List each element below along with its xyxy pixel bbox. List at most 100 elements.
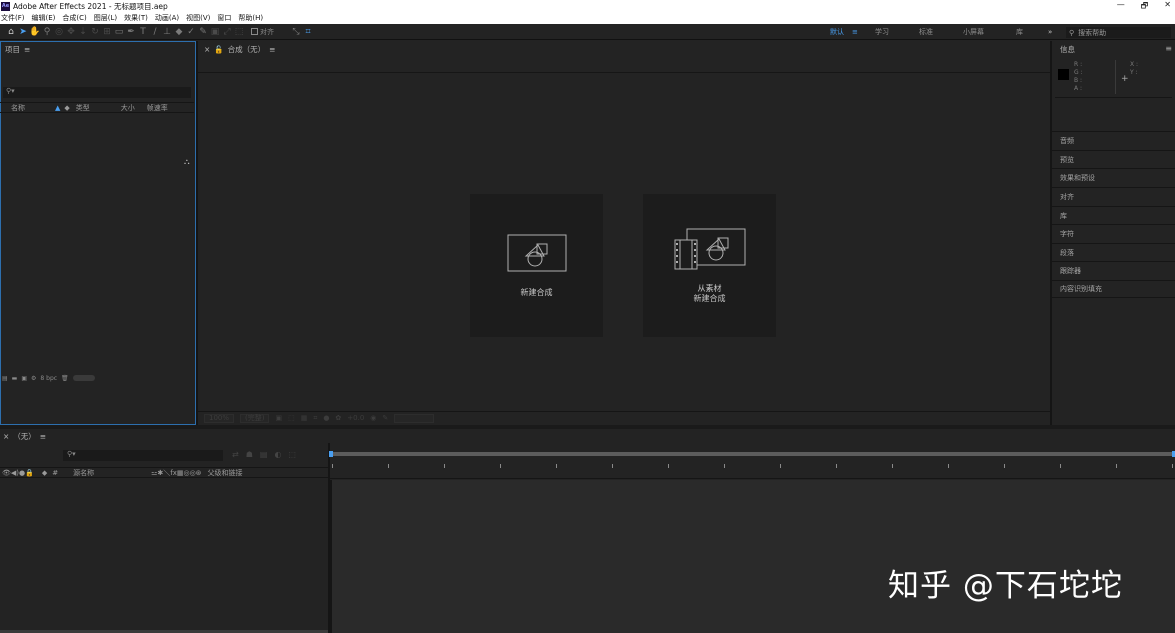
orbit-camera-icon[interactable]: ◎ [53,26,65,38]
bpc-label[interactable]: 8 bpc [40,375,57,382]
comp-flowchart-icon[interactable]: ⇄ [232,450,239,459]
thumbnail-slider[interactable] [72,375,95,381]
pan-camera-icon[interactable]: ✥ [65,26,77,38]
sort-arrow-icon[interactable]: ▲ [55,104,60,112]
column-type[interactable]: 类型 [76,103,90,113]
panel-audio[interactable]: 音频 [1052,131,1175,149]
dolly-camera-icon[interactable]: ⇣ [77,26,89,38]
project-settings-icon[interactable]: ⚙ [31,375,36,382]
workspace-more-button[interactable]: » [1048,24,1052,40]
project-panel-title[interactable]: 项目 [5,44,20,55]
brush-tool-icon[interactable]: / [149,26,161,38]
resolution-select[interactable]: (完整) [240,413,270,423]
workspace-learn[interactable]: 学习 [875,24,889,40]
camera-snapshot-icon[interactable]: ◉ [370,414,376,422]
motion-blur-icon[interactable]: ◐ [274,450,281,459]
roto-brush-icon[interactable]: ✓ [185,26,197,38]
time-navigator-bar[interactable] [329,451,1175,457]
new-folder-icon[interactable]: ▬ [12,375,18,382]
frame-blending-icon[interactable]: ▤ [260,450,268,459]
project-panel-menu-icon[interactable]: ≡ [24,45,30,54]
hand-tool-icon[interactable]: ✋ [29,26,41,38]
panel-library[interactable]: 库 [1052,206,1175,224]
channel-icon[interactable]: ● [323,414,329,422]
workspace-menu-icon[interactable]: ≡ [852,28,858,36]
timeline-search-input[interactable]: ⚲▾ [63,450,223,461]
snapshot-icon[interactable]: ▣ [275,414,282,422]
pan-behind-icon[interactable]: ⊞ [101,26,113,38]
lock-icon[interactable]: 🔓 [214,45,223,54]
left-panel-divider[interactable] [196,41,198,425]
workspace-small-screen[interactable]: 小屏幕 [963,24,984,40]
comp-tab-label[interactable]: 合成（无） [228,44,266,55]
panel-tracker[interactable]: 跟踪器 [1052,261,1175,279]
snap-grid-icon[interactable]: ⌗ [302,26,314,38]
zoom-select[interactable]: 100% [204,413,235,423]
selection-tool-icon[interactable]: ➤ [17,26,29,38]
right-panel-divider[interactable] [1050,41,1052,425]
column-frame-rate[interactable]: 帧速率 [147,103,168,113]
flowchart-icon[interactable]: ⛬ [184,157,190,167]
comp-tab-close-icon[interactable]: × [204,45,210,54]
column-source-name[interactable]: 源名称 [73,468,94,478]
timeline-tab-menu-icon[interactable]: ≡ [40,432,46,441]
panel-paragraph[interactable]: 段落 [1052,243,1175,261]
project-search-input[interactable]: ⚲▾ [3,87,191,98]
timeline-tab-close-icon[interactable]: × [3,432,9,441]
region-of-interest-icon[interactable]: ⬚ [288,414,295,422]
menu-help[interactable]: 帮助(H) [238,13,263,23]
interpret-footage-icon[interactable]: ▤ [2,375,8,382]
panel-align[interactable]: 对齐 [1052,187,1175,205]
view-options-select[interactable] [394,413,435,423]
menu-effect[interactable]: 效果(T) [124,13,148,23]
transparency-grid-icon[interactable]: ▦ [301,414,308,422]
eraser-tool-icon[interactable]: ◆ [173,26,185,38]
show-snapshot-icon[interactable]: ✎ [382,414,388,422]
menu-file[interactable]: 文件(F) [1,13,25,23]
timeline-layer-area[interactable] [0,478,328,633]
composition-viewer[interactable]: 新建合成 从素材 新建合成 [198,74,1050,409]
workspace-standard[interactable]: 标准 [919,24,933,40]
pen-tool-icon[interactable]: ✒ [125,26,137,38]
info-panel-menu-icon[interactable]: ≡ [1165,44,1172,53]
workspace-default[interactable]: 默认 ≡ [830,24,858,40]
world-axis-icon[interactable]: ⤢ [221,26,233,38]
menu-composition[interactable]: 合成(C) [62,13,86,23]
new-composition-card[interactable]: 新建合成 [470,194,603,337]
rotate-tool-icon[interactable]: ↻ [89,26,101,38]
column-parent-link[interactable]: 父级和链接 [208,468,243,478]
clone-stamp-icon[interactable]: ⊥ [161,26,173,38]
label-tag-icon[interactable]: ◆ [64,104,69,112]
new-comp-from-footage-card[interactable]: 从素材 新建合成 [643,194,776,337]
rectangle-tool-icon[interactable]: ▭ [113,26,125,38]
snap-toggle[interactable]: 对齐 [251,27,274,37]
column-size[interactable]: 大小 [121,103,135,113]
mask-visibility-icon[interactable]: ⌗ [313,414,317,423]
timeline-track-area[interactable] [330,480,1175,633]
column-name[interactable]: 名称 [11,103,25,113]
menu-layer[interactable]: 图层(L) [94,13,117,23]
comp-tab-menu-icon[interactable]: ≡ [269,45,275,54]
panel-character[interactable]: 字符 [1052,224,1175,242]
time-ruler[interactable] [330,461,1175,479]
menu-animation[interactable]: 动画(A) [155,13,179,23]
snap-option-icon[interactable]: ⤡ [290,26,302,38]
color-management-icon[interactable]: ✿ [335,414,341,422]
trash-icon[interactable]: 🗑 [61,375,69,382]
type-tool-icon[interactable]: T [137,26,149,38]
new-composition-icon[interactable]: ▣ [21,375,27,382]
label-tag-icon[interactable]: ◆ [42,469,47,477]
exposure-value[interactable]: +0.0 [347,414,364,422]
view-axis-icon[interactable]: ⬚ [233,26,245,38]
local-axis-icon[interactable]: ▣ [209,26,221,38]
shy-icon[interactable]: ☗ [246,450,253,459]
menu-window[interactable]: 窗口 [217,13,231,23]
graph-editor-icon[interactable]: ⬚ [288,450,296,459]
puppet-pin-icon[interactable]: ✎ [197,26,209,38]
workspace-library[interactable]: 库 [1016,24,1023,40]
panel-content-aware-fill[interactable]: 内容识别填充 [1052,280,1175,298]
menu-edit[interactable]: 编辑(E) [32,13,56,23]
panel-effects-presets[interactable]: 效果和预设 [1052,168,1175,186]
home-icon[interactable]: ⌂ [5,26,17,38]
timeline-tab-label[interactable]: （无） [13,431,36,442]
